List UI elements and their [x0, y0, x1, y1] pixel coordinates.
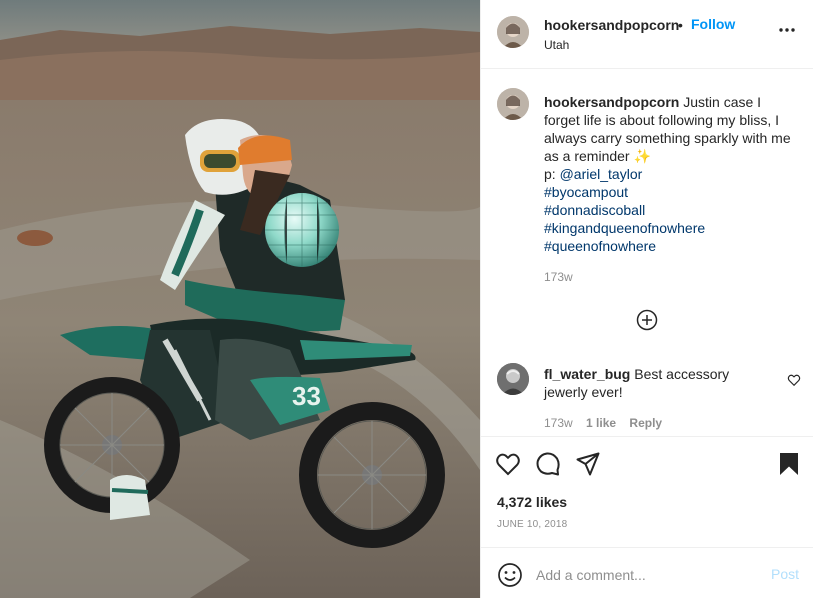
- post-location[interactable]: Utah: [544, 38, 569, 52]
- hashtag-link[interactable]: #kingandqueenofnowhere: [544, 219, 794, 237]
- post-comment-button[interactable]: Post: [771, 566, 799, 582]
- heart-icon[interactable]: [495, 451, 521, 477]
- emoji-icon[interactable]: [497, 562, 523, 588]
- comment-timestamp[interactable]: 173w: [544, 416, 573, 430]
- instagram-post: 33 hookersandpopcorn • Follow Utah hooke…: [0, 0, 813, 598]
- commenter-avatar[interactable]: [497, 363, 529, 395]
- likes-count[interactable]: 4,372 likes: [497, 494, 567, 510]
- commenter-avatar-image: [497, 363, 529, 395]
- bookmark-icon[interactable]: [776, 451, 802, 477]
- comment-item: fl_water_bug Best accessory jewerly ever…: [544, 365, 764, 401]
- caption-credit-prefix: p:: [544, 166, 560, 182]
- add-comment-input[interactable]: [536, 564, 756, 586]
- caption-avatar[interactable]: [497, 88, 529, 120]
- avatar[interactable]: [497, 16, 529, 48]
- post-details-panel: hookersandpopcorn • Follow Utah hookersa…: [480, 0, 813, 598]
- post-header: hookersandpopcorn • Follow Utah: [481, 0, 813, 69]
- plus-circle-icon[interactable]: [636, 309, 658, 331]
- post-username[interactable]: hookersandpopcorn: [544, 17, 679, 33]
- hashtag-link[interactable]: #byocampout: [544, 183, 794, 201]
- comment-username[interactable]: fl_water_bug: [544, 366, 630, 382]
- svg-text:33: 33: [292, 381, 321, 411]
- hashtag-link[interactable]: #donnadiscoball: [544, 201, 794, 219]
- comment-reply-button[interactable]: Reply: [629, 416, 662, 430]
- follow-button[interactable]: Follow: [691, 16, 735, 32]
- post-actions: 4,372 likes JUNE 10, 2018 Post: [481, 436, 813, 598]
- comment-likes[interactable]: 1 like: [586, 416, 616, 430]
- caption-credit-link[interactable]: @ariel_taylor: [560, 166, 643, 182]
- post-caption: hookersandpopcorn Justin case I forget l…: [544, 93, 794, 255]
- comment-meta: 173w 1 like Reply: [544, 416, 672, 430]
- heart-icon[interactable]: [787, 373, 801, 387]
- caption-username[interactable]: hookersandpopcorn: [544, 94, 679, 110]
- post-date[interactable]: JUNE 10, 2018: [497, 519, 567, 530]
- caption-avatar-image: [497, 88, 529, 120]
- hashtag-link[interactable]: #queenofnowhere: [544, 237, 794, 255]
- post-photo-image: 33: [0, 0, 480, 598]
- comment-icon[interactable]: [535, 451, 561, 477]
- share-icon[interactable]: [575, 451, 601, 477]
- post-photo[interactable]: 33: [0, 0, 480, 598]
- add-comment-bar: Post: [481, 547, 813, 598]
- caption-timestamp[interactable]: 173w: [544, 270, 573, 284]
- avatar-image: [497, 16, 529, 48]
- separator-dot: •: [678, 17, 683, 33]
- more-options-icon[interactable]: [777, 20, 797, 40]
